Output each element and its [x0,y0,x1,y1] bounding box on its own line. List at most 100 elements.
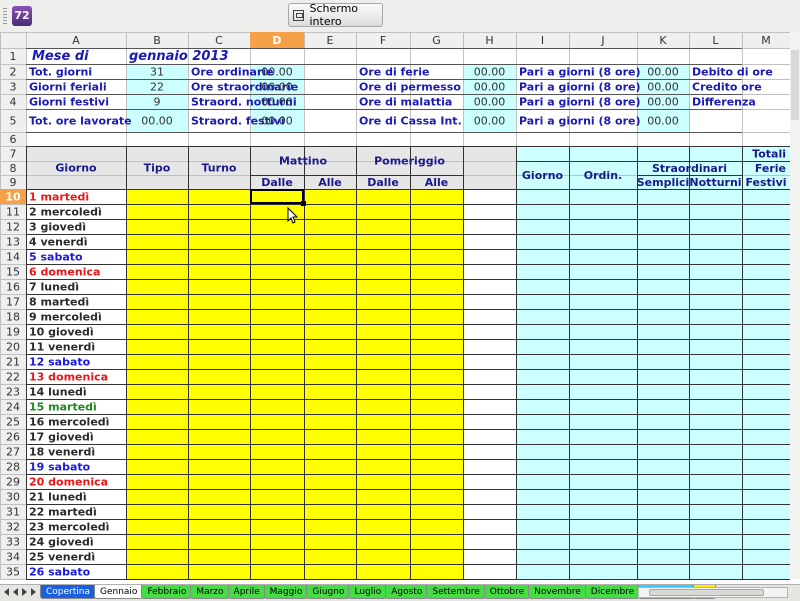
day-label[interactable]: 13 domenica [29,371,108,384]
sheet-tab-giugno[interactable]: Giugno [306,585,351,599]
row-header[interactable]: 24 [6,401,20,414]
row-header[interactable]: 19 [6,326,20,339]
day-label[interactable]: 25 venerdì [29,551,95,564]
day-label[interactable]: 21 lunedì [29,491,87,504]
column-header-h[interactable]: H [485,34,493,47]
sheet-tab-agosto[interactable]: Agosto [385,585,429,599]
row-header[interactable]: 11 [6,206,20,219]
day-label[interactable]: 7 lunedì [29,281,79,294]
sheet-tab-copertina[interactable]: Copertina [40,585,96,599]
day-label[interactable]: 8 martedì [29,296,89,309]
last-sheet-icon[interactable] [31,588,36,596]
row-header[interactable]: 14 [6,251,20,264]
row-header[interactable]: 29 [6,476,20,489]
prev-sheet-icon[interactable] [13,588,18,596]
day-label[interactable]: 12 sabato [29,356,91,369]
day-label[interactable]: 1 martedì [29,191,89,204]
column-header-d[interactable]: D [272,34,281,47]
row-header[interactable]: 18 [6,311,20,324]
day-label[interactable]: 10 giovedì [29,326,94,339]
day-label[interactable]: 22 martedì [29,506,97,519]
toolbar-grip[interactable] [3,8,7,24]
column-header-c[interactable]: C [215,34,223,47]
day-label[interactable]: 17 giovedì [29,431,94,444]
row-header[interactable]: 15 [6,266,20,279]
row-header[interactable]: 17 [6,296,20,309]
sheet-tab-febbraio[interactable]: Febbraio [141,585,193,599]
horizontal-scrollbar[interactable] [638,587,788,598]
row-header[interactable]: 21 [6,356,20,369]
row-header[interactable]: 10 [5,191,21,204]
row-header[interactable]: 1 [10,50,17,63]
column-header-i[interactable]: I [541,34,544,47]
day-label[interactable]: 5 sabato [29,251,83,264]
row-header[interactable]: 12 [6,221,20,234]
column-header-b[interactable]: B [153,34,161,47]
day-label[interactable]: 4 venerdì [29,236,87,249]
sheet-tab-ottobre[interactable]: Ottobre [483,585,531,599]
sheet-tab-novembre[interactable]: Novembre [528,585,587,599]
day-label[interactable]: 3 giovedì [29,221,86,234]
row-header[interactable]: 13 [6,236,20,249]
row-header[interactable]: 3 [10,81,17,94]
column-header-m[interactable]: M [761,34,771,47]
sheet-tab-gennaio[interactable]: Gennaio [94,585,144,599]
fullscreen-button[interactable]: Schermo intero [288,2,383,28]
next-sheet-icon[interactable] [22,588,27,596]
column-header-g[interactable]: G [432,34,441,47]
column-header-f[interactable]: F [380,34,386,47]
row-header[interactable]: 9 [10,176,17,189]
spreadsheet-grid[interactable]: A B C D E F G H I J K L M 1 2 3 4 5 6 7 8 9 10 11 12 13 14 15 16 17 18… [0,32,800,584]
day-label[interactable]: 24 giovedì [29,536,94,549]
sheet-tab-maggio[interactable]: Maggio [263,585,309,599]
row-header[interactable]: 25 [6,416,20,429]
sheet-tab-luglio[interactable]: Luglio [348,585,388,599]
row-header[interactable]: 2 [10,66,17,79]
row-header[interactable]: 32 [6,521,20,534]
scrollbar-thumb[interactable] [649,589,764,596]
row-header[interactable]: 8 [10,162,17,175]
column-header-e[interactable]: E [327,34,334,47]
first-sheet-icon[interactable] [4,588,9,596]
row-header[interactable]: 22 [6,371,20,384]
row-header[interactable]: 26 [6,431,20,444]
row-header[interactable]: 4 [10,96,17,109]
day-label[interactable]: 19 sabato [29,461,91,474]
sheet-tab-dicembre[interactable]: Dicembre [584,585,641,599]
sheet-tab-settembre[interactable]: Settembre [426,585,486,599]
row-header[interactable]: 20 [6,341,20,354]
row-header[interactable]: 35 [6,566,20,579]
day-label[interactable]: 2 mercoledì [29,206,102,219]
row-header[interactable]: 5 [10,115,17,128]
day-label[interactable]: 20 domenica [29,476,108,489]
row-header[interactable]: 33 [6,536,20,549]
row-header[interactable]: 30 [6,491,20,504]
row-header[interactable]: 28 [6,461,20,474]
row-header[interactable]: 7 [10,148,17,161]
day-label[interactable]: 18 venerdì [29,446,95,459]
summary-label: Differenza [692,96,756,109]
column-header-j[interactable]: J [600,34,604,47]
day-label[interactable]: 11 venerdì [29,341,95,354]
sheet-tab-aprile[interactable]: Aprile [227,585,266,599]
column-header-l[interactable]: L [712,34,719,47]
row-header[interactable]: 23 [6,386,20,399]
column-header-k[interactable]: K [659,34,667,47]
day-label[interactable]: 16 mercoledì [29,416,109,429]
row-header[interactable]: 16 [6,281,20,294]
header-pomeriggio: Pomeriggio [374,155,445,168]
day-label[interactable]: 23 mercoledì [29,521,109,534]
day-label[interactable]: 15 martedì [29,401,97,414]
column-header-a[interactable]: A [72,34,80,47]
row-header[interactable]: 34 [6,551,20,564]
scrollbar-thumb[interactable] [791,50,799,120]
row-header[interactable]: 27 [6,446,20,459]
sheet-tab-marzo[interactable]: Marzo [190,585,230,599]
day-label[interactable]: 6 domenica [29,266,100,279]
day-label[interactable]: 9 mercoledì [29,311,102,324]
day-label[interactable]: 14 lunedì [29,386,87,399]
day-label[interactable]: 26 sabato [29,566,91,579]
row-header[interactable]: 31 [6,506,20,519]
row-header[interactable]: 6 [10,133,17,146]
fill-handle[interactable] [301,201,306,206]
